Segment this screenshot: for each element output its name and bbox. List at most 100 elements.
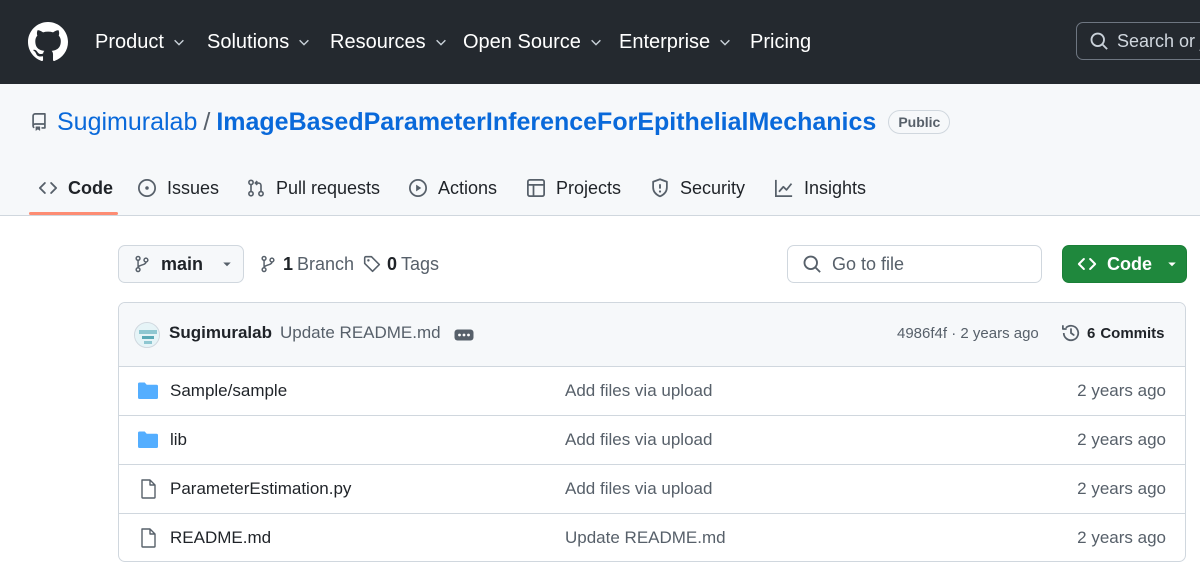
nav-resources[interactable]: Resources [330,28,448,56]
file-commit-time: 2 years ago [1077,528,1166,547]
nav-enterprise-label: Enterprise [619,30,711,53]
tab-actions-label: Actions [438,177,498,198]
file-commit-message-link[interactable]: Add files via upload [565,479,712,499]
table-icon [527,179,545,197]
code-icon [1077,258,1097,270]
code-icon [38,182,58,194]
global-header: Product Solutions Resources Open Source … [0,0,1200,84]
kebab-horizontal-icon [454,329,474,341]
file-name-link[interactable]: Sample/sample [170,381,287,401]
avatar[interactable] [134,322,160,348]
history-icon [1062,324,1080,342]
visibility-badge: Public [888,110,951,134]
global-search-input[interactable]: Search or ju [1076,22,1200,60]
tab-pull-requests[interactable]: Pull requests [246,172,380,204]
branches-link[interactable]: 1 Branch [259,252,354,276]
tab-actions[interactable]: Actions [408,172,497,204]
go-to-file-input[interactable]: Go to file [787,245,1042,283]
file-name-link[interactable]: README.md [170,528,271,548]
repo-icon [32,113,46,131]
tab-pull-requests-label: Pull requests [276,177,381,198]
chevron-down-icon [299,39,310,46]
tab-security[interactable]: Security [650,172,745,204]
file-commit-time: 2 years ago [1077,430,1166,449]
tab-insights-label: Insights [804,177,867,198]
file-table: Sugimuralab Update README.md 4986f4f · 2… [118,302,1186,562]
file-commit-time: 2 years ago [1077,479,1166,498]
nav-solutions-label: Solutions [207,30,290,53]
git-pull-request-icon [248,179,264,197]
chevron-down-icon [720,39,731,46]
active-tab-indicator [29,212,118,215]
file-name-link[interactable]: ParameterEstimation.py [170,479,351,499]
file-commit-message-link[interactable]: Add files via upload [565,430,712,450]
commits-label: Commits [1100,324,1165,342]
nav-resources-label: Resources [330,30,426,53]
triangle-down-icon [223,262,231,267]
repo-owner-link[interactable]: Sugimuralab [57,108,197,137]
file-commit-time: 2 years ago [1077,381,1166,400]
tag-icon [363,255,381,273]
branch-name: main [161,253,204,274]
chevron-down-icon [590,39,601,46]
chevron-down-icon [174,39,184,46]
file-commit-message-link[interactable]: Add files via upload [565,381,712,401]
tag-count: 0 [387,253,398,274]
repo-path-separator: / [203,107,211,136]
commit-message-link[interactable]: Update README.md [280,323,441,343]
nav-enterprise[interactable]: Enterprise [619,28,732,56]
file-name-link[interactable]: lib [170,430,187,450]
search-icon [803,255,821,273]
commits-history-link[interactable]: 6 Commits [1061,323,1165,343]
nav-product[interactable]: Product [95,28,186,56]
table-row[interactable]: lib Add files via upload 2 years ago [119,416,1185,465]
git-branch-icon [135,255,149,273]
nav-pricing-label: Pricing [750,30,812,53]
tags-link[interactable]: 0 Tags [363,252,439,276]
repo-title: Sugimuralab / ImageBasedParameterInferen… [57,106,951,138]
file-icon [141,528,156,548]
search-icon [1090,32,1108,50]
commit-author-link[interactable]: Sugimuralab [169,323,272,343]
tab-projects-label: Projects [556,177,622,198]
commit-details-button[interactable] [452,327,476,343]
code-button-label: Code [1107,253,1152,274]
folder-icon [138,382,158,399]
commits-count: 6 [1087,324,1096,342]
folder-icon [138,431,158,448]
global-search-placeholder: Search or ju [1117,30,1200,51]
triangle-down-icon [1168,262,1176,267]
tab-projects[interactable]: Projects [526,172,621,204]
table-row[interactable]: ParameterEstimation.py Add files via upl… [119,465,1185,514]
go-to-file-placeholder: Go to file [832,253,905,274]
latest-commit-bar: Sugimuralab Update README.md 4986f4f · 2… [119,303,1185,367]
chevron-down-icon [435,39,446,46]
commit-hash-time[interactable]: 4986f4f · 2 years ago [897,325,1039,342]
github-logo-icon[interactable] [28,22,68,62]
git-branch-icon [261,255,275,273]
avatar-image [135,323,159,347]
tab-code[interactable]: Code [38,172,113,204]
table-row[interactable]: Sample/sample Add files via upload 2 yea… [119,367,1185,416]
tab-security-label: Security [680,177,746,198]
tab-issues[interactable]: Issues [137,172,219,204]
branch-count: 1 [283,253,294,274]
repo-name-link[interactable]: ImageBasedParameterInferenceForEpithelia… [216,108,876,137]
nav-open-source-label: Open Source [463,30,581,53]
shield-icon [652,178,668,198]
issue-opened-icon [138,179,156,197]
tab-issues-label: Issues [167,177,220,198]
branch-count-label: Branch [297,253,355,274]
tab-code-label: Code [68,177,113,198]
nav-solutions[interactable]: Solutions [207,28,311,56]
table-row[interactable]: README.md Update README.md 2 years ago [119,514,1185,561]
nav-open-source[interactable]: Open Source [463,28,603,56]
branch-select-button[interactable]: main [118,245,244,283]
tab-insights[interactable]: Insights [774,172,866,204]
nav-pricing[interactable]: Pricing [750,28,811,56]
file-commit-message-link[interactable]: Update README.md [565,528,726,548]
code-dropdown-button[interactable]: Code [1062,245,1187,283]
graph-icon [775,179,793,197]
nav-product-label: Product [95,30,164,53]
file-icon [141,479,156,499]
